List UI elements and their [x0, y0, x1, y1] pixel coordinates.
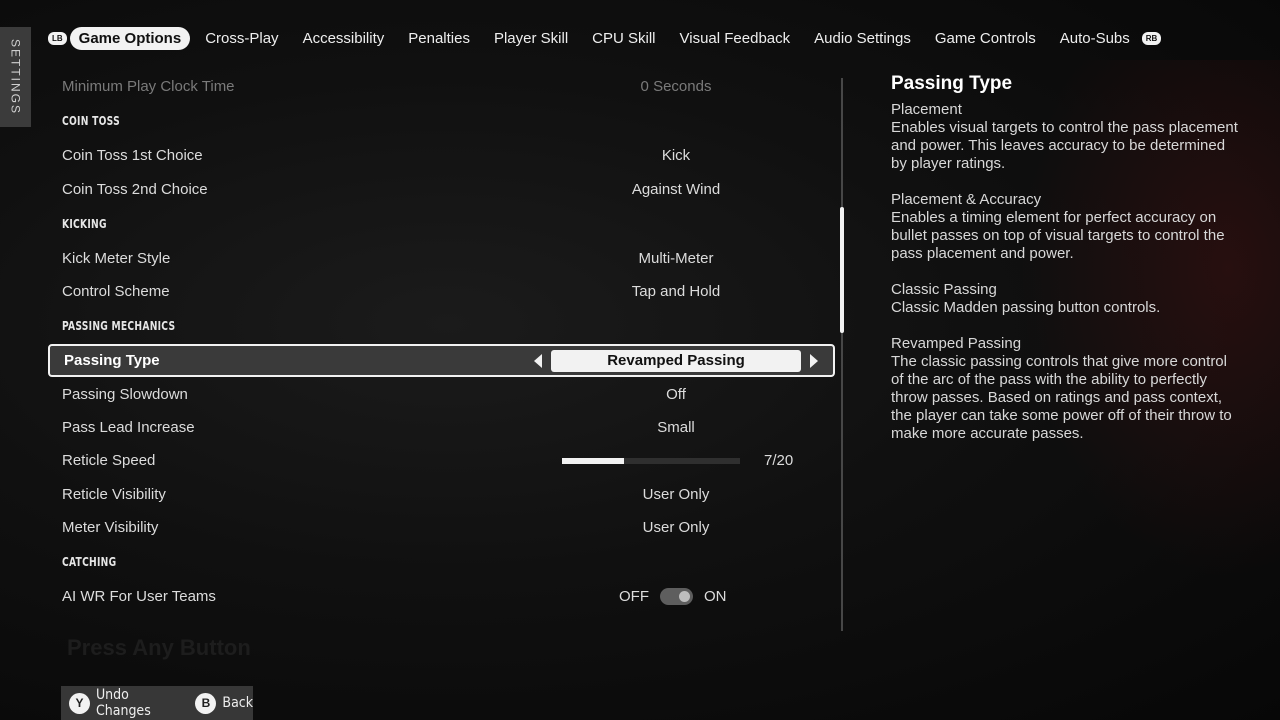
- footer-button-bar: Y Undo Changes B Back: [61, 686, 253, 720]
- lb-bumper-icon[interactable]: LB: [48, 31, 67, 45]
- setting-value: Against Wind: [631, 180, 721, 198]
- entry-name: Placement: [891, 101, 962, 118]
- slider-fill: [562, 457, 625, 464]
- setting-value: Tap and Hold: [631, 283, 721, 301]
- section-title: PASSING MECHANICS: [62, 319, 176, 334]
- description-entry: Revamped Passing The classic passing con…: [891, 335, 1241, 443]
- setting-label: Meter Visibility: [62, 518, 159, 536]
- setting-value: 0 Seconds: [640, 78, 712, 96]
- setting-label: Kick Meter Style: [62, 250, 171, 268]
- selected-value-pill: Revamped Passing: [551, 349, 801, 372]
- tab-visual-feedback[interactable]: Visual Feedback: [671, 27, 800, 50]
- setting-reticle-speed[interactable]: Reticle Speed 7/20: [48, 444, 835, 477]
- tab-auto-subs[interactable]: Auto-Subs: [1051, 27, 1139, 50]
- ai-wr-toggle[interactable]: [660, 588, 693, 606]
- setting-coin-toss-2nd[interactable]: Coin Toss 2nd Choice Against Wind: [48, 173, 835, 206]
- setting-label: Pass Lead Increase: [62, 418, 195, 436]
- setting-value: User Only: [642, 485, 710, 503]
- undo-changes-label[interactable]: Undo Changes: [96, 687, 188, 719]
- setting-value: Off: [666, 385, 686, 403]
- settings-side-tab[interactable]: SETTINGS: [0, 27, 31, 127]
- setting-meter-visibility[interactable]: Meter Visibility User Only: [48, 511, 835, 544]
- setting-ai-wr[interactable]: AI WR For User Teams OFF ON: [48, 580, 835, 613]
- setting-value: Kick: [661, 147, 691, 165]
- setting-label: Coin Toss 2nd Choice: [62, 180, 208, 198]
- section-header-catching: CATCHING: [48, 544, 835, 580]
- description-entry: Placement Enables visual targets to cont…: [891, 101, 1241, 173]
- arrow-left-icon[interactable]: [534, 353, 542, 368]
- tab-penalties[interactable]: Penalties: [399, 27, 479, 50]
- top-tab-bar: LB Game Options Cross-Play Accessibility…: [48, 26, 1162, 50]
- setting-value: Multi-Meter: [638, 250, 714, 268]
- description-entry: Placement & Accuracy Enables a timing el…: [891, 191, 1241, 263]
- setting-label: Coin Toss 1st Choice: [62, 147, 203, 165]
- setting-label: Passing Type: [64, 352, 160, 370]
- tab-audio-settings[interactable]: Audio Settings: [805, 27, 920, 50]
- toggle-knob: [679, 591, 690, 603]
- section-title: CATCHING: [62, 554, 117, 569]
- description-title: Passing Type: [891, 73, 1013, 94]
- scrollbar-thumb[interactable]: [840, 207, 844, 333]
- section-title: KICKING: [62, 216, 107, 231]
- section-header-passing-mechanics: PASSING MECHANICS: [48, 308, 835, 344]
- setting-passing-slowdown[interactable]: Passing Slowdown Off: [48, 377, 835, 410]
- setting-label: Minimum Play Clock Time: [62, 78, 235, 96]
- setting-label: Passing Slowdown: [62, 385, 188, 403]
- entry-text: Enables visual targets to control the pa…: [891, 119, 1238, 172]
- description-entry: Classic Passing Classic Madden passing b…: [891, 281, 1241, 317]
- toggle-on-label: ON: [704, 588, 727, 606]
- entry-text: Classic Madden passing button controls.: [891, 299, 1161, 316]
- setting-value: User Only: [642, 518, 710, 536]
- rb-bumper-icon[interactable]: RB: [1141, 31, 1162, 45]
- description-panel: Passing Type Placement Enables visual ta…: [891, 73, 1241, 461]
- tab-game-controls[interactable]: Game Controls: [926, 27, 1045, 50]
- settings-list: Minimum Play Clock Time 0 Seconds COIN T…: [48, 70, 835, 613]
- b-button-icon[interactable]: B: [195, 692, 217, 714]
- back-label[interactable]: Back: [222, 695, 253, 711]
- tab-game-options[interactable]: Game Options: [69, 26, 191, 50]
- background-prompt-text: Press Any Button: [67, 635, 251, 660]
- toggle-off-label: OFF: [619, 588, 649, 606]
- setting-pass-lead-increase[interactable]: Pass Lead Increase Small: [48, 411, 835, 444]
- side-tab-label: SETTINGS: [8, 38, 23, 115]
- reticle-speed-slider[interactable]: [562, 457, 740, 464]
- setting-coin-toss-1st[interactable]: Coin Toss 1st Choice Kick: [48, 139, 835, 172]
- setting-kick-meter-style[interactable]: Kick Meter Style Multi-Meter: [48, 242, 835, 275]
- tab-accessibility[interactable]: Accessibility: [294, 27, 394, 50]
- passing-type-selector[interactable]: Revamped Passing: [534, 349, 818, 372]
- entry-name: Classic Passing: [891, 281, 997, 298]
- setting-label: Control Scheme: [62, 283, 170, 301]
- setting-min-play-clock[interactable]: Minimum Play Clock Time 0 Seconds: [48, 70, 835, 103]
- scrollbar-track[interactable]: [841, 78, 843, 631]
- section-title: COIN TOSS: [62, 114, 120, 129]
- setting-value: Small: [657, 418, 695, 436]
- section-header-kicking: KICKING: [48, 206, 835, 242]
- entry-name: Placement & Accuracy: [891, 191, 1042, 208]
- section-header-coin-toss: COIN TOSS: [48, 103, 835, 139]
- tab-player-skill[interactable]: Player Skill: [485, 27, 577, 50]
- setting-passing-type[interactable]: Passing Type Revamped Passing: [48, 344, 835, 378]
- y-button-icon[interactable]: Y: [69, 692, 90, 714]
- entry-text: The classic passing controls that give m…: [891, 353, 1232, 442]
- setting-reticle-visibility[interactable]: Reticle Visibility User Only: [48, 477, 835, 510]
- setting-control-scheme[interactable]: Control Scheme Tap and Hold: [48, 275, 835, 308]
- setting-label: Reticle Visibility: [62, 485, 166, 503]
- arrow-right-icon[interactable]: [810, 353, 818, 368]
- setting-label: Reticle Speed: [62, 452, 156, 470]
- slider-value: 7/20: [764, 452, 794, 470]
- tab-cpu-skill[interactable]: CPU Skill: [583, 27, 664, 50]
- entry-text: Enables a timing element for perfect acc…: [891, 209, 1225, 262]
- entry-name: Revamped Passing: [891, 335, 1022, 352]
- tab-cross-play[interactable]: Cross-Play: [196, 27, 287, 50]
- setting-label: AI WR For User Teams: [62, 588, 216, 606]
